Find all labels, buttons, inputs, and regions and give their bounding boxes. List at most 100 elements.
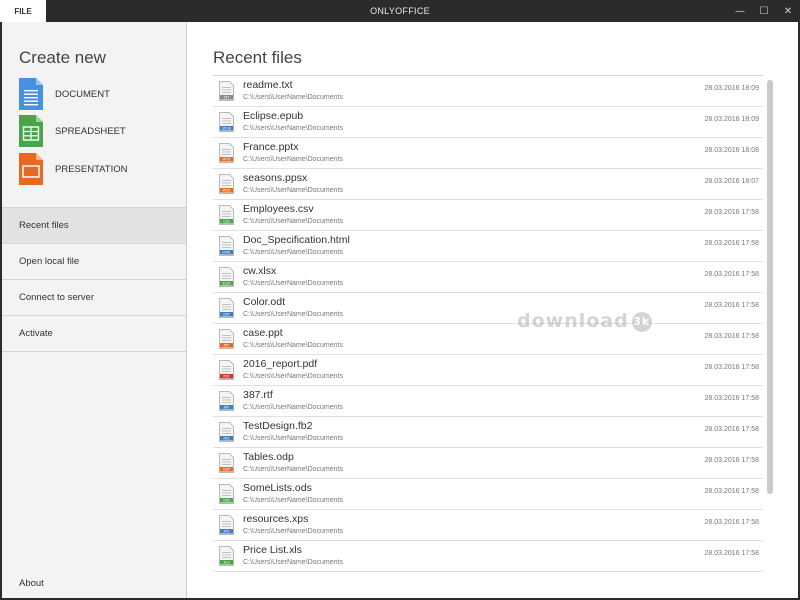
file-type-icon: PPSX xyxy=(219,174,234,194)
sidebar-item-activate[interactable]: Activate xyxy=(2,315,186,352)
file-date: 28.03.2016 18:07 xyxy=(704,178,760,185)
page-title: Recent files xyxy=(213,48,302,67)
file-name: case.ppt xyxy=(243,327,283,339)
file-name: Color.odt xyxy=(243,296,286,308)
file-path: C:\Users\UserName\Documents xyxy=(243,94,343,101)
watermark-badge: 3k xyxy=(631,311,652,332)
file-path: C:\Users\UserName\Documents xyxy=(243,342,343,349)
file-row[interactable]: FB2 TestDesign.fb2 C:\Users\UserName\Docum… xyxy=(213,417,763,448)
file-name: 387.rtf xyxy=(243,389,273,401)
file-type-icon: RTF xyxy=(219,391,234,411)
file-row[interactable]: PPTX France.pptx C:\Users\UserName\Documen… xyxy=(213,138,763,169)
watermark: download 3k xyxy=(517,310,652,332)
file-name: 2016_report.pdf xyxy=(243,358,318,370)
file-row[interactable]: EPUB Eclipse.epub C:\Users\UserName\Docume… xyxy=(213,107,763,138)
file-path: C:\Users\UserName\Documents xyxy=(243,280,343,287)
file-row[interactable]: PPSX seasons.ppsx C:\Users\UserName\Docume… xyxy=(213,169,763,200)
file-date: 28.03.2016 17:58 xyxy=(704,457,760,464)
svg-text:CSV: CSV xyxy=(223,220,230,224)
file-date: 28.03.2016 17:58 xyxy=(704,209,760,216)
file-type-icon: ODT xyxy=(219,298,234,318)
sidebar: Create new DOCUMENT SPREADSHEET PRESENTA… xyxy=(2,22,187,598)
create-document-label: DOCUMENT xyxy=(55,88,110,100)
svg-text:PDF: PDF xyxy=(223,375,229,379)
svg-text:ODT: ODT xyxy=(223,313,230,317)
svg-text:XPS: XPS xyxy=(223,530,229,534)
file-path: C:\Users\UserName\Documents xyxy=(243,156,343,163)
app-frame: Create new DOCUMENT SPREADSHEET PRESENTA… xyxy=(2,22,798,598)
file-date: 28.03.2016 17:58 xyxy=(704,488,760,495)
app-title: ONLYOFFICE xyxy=(370,6,430,16)
spreadsheet-icon xyxy=(19,115,43,147)
file-row[interactable]: RTF 387.rtf C:\Users\UserName\Documents 28.… xyxy=(213,386,763,417)
file-row[interactable]: CSV Employees.csv C:\Users\UserName\Docume… xyxy=(213,200,763,231)
file-row[interactable]: HTML Doc_Specification.html C:\Users\UserN… xyxy=(213,231,763,262)
file-type-icon: FB2 xyxy=(219,422,234,442)
file-path: C:\Users\UserName\Documents xyxy=(243,249,343,256)
sidebar-nav: Recent files Open local file Connect to … xyxy=(2,207,186,352)
file-name: resources.xps xyxy=(243,513,309,525)
sidebar-item-connect-to-server[interactable]: Connect to server xyxy=(2,279,186,315)
maximize-button[interactable]: ☐ xyxy=(752,0,776,22)
file-row[interactable]: ODT Color.odt C:\Users\UserName\Documents 2… xyxy=(213,293,763,324)
file-date: 28.03.2016 17:58 xyxy=(704,302,760,309)
scrollbar[interactable] xyxy=(767,80,773,494)
file-row[interactable]: XPS resources.xps C:\Users\UserName\Docume… xyxy=(213,510,763,541)
create-spreadsheet-label: SPREADSHEET xyxy=(55,125,126,137)
file-name: SomeLists.ods xyxy=(243,482,312,494)
file-row[interactable]: TXT readme.txt C:\Users\UserName\Documents… xyxy=(213,76,763,107)
file-name: TestDesign.fb2 xyxy=(243,420,313,432)
file-row[interactable]: ODS SomeLists.ods C:\Users\UserName\Docume… xyxy=(213,479,763,510)
file-path: C:\Users\UserName\Documents xyxy=(243,466,343,473)
watermark-text: download xyxy=(517,310,629,332)
recent-files-list: TXT readme.txt C:\Users\UserName\Documents… xyxy=(213,75,763,572)
file-path: C:\Users\UserName\Documents xyxy=(243,125,343,132)
file-type-icon: ODS xyxy=(219,484,234,504)
file-path: C:\Users\UserName\Documents xyxy=(243,497,343,504)
file-row[interactable]: PDF 2016_report.pdf C:\Users\UserName\Docu… xyxy=(213,355,763,386)
file-path: C:\Users\UserName\Documents xyxy=(243,528,343,535)
file-name: cw.xlsx xyxy=(243,265,277,277)
file-type-icon: XLS xyxy=(219,546,234,566)
sidebar-item-recent-files[interactable]: Recent files xyxy=(2,207,186,243)
file-date: 28.03.2016 17:58 xyxy=(704,364,760,371)
svg-text:PPT: PPT xyxy=(224,344,230,348)
create-document-button[interactable]: DOCUMENT xyxy=(19,77,179,111)
file-date: 28.03.2016 17:58 xyxy=(704,550,760,557)
file-row[interactable]: XLSX cw.xlsx C:\Users\UserName\Documents 28… xyxy=(213,262,763,293)
file-path: C:\Users\UserName\Documents xyxy=(243,435,343,442)
file-date: 28.03.2016 17:58 xyxy=(704,395,760,402)
file-name: seasons.ppsx xyxy=(243,172,308,184)
main-panel: Recent files TXT readme.txt C:\Users\UserN… xyxy=(187,22,798,598)
svg-text:HTML: HTML xyxy=(222,251,231,255)
file-date: 28.03.2016 17:58 xyxy=(704,333,760,340)
file-path: C:\Users\UserName\Documents xyxy=(243,373,343,380)
file-name: readme.txt xyxy=(243,79,293,91)
file-date: 28.03.2016 17:58 xyxy=(704,426,760,433)
file-name: France.pptx xyxy=(243,141,299,153)
file-type-icon: XLSX xyxy=(219,267,234,287)
presentation-icon xyxy=(19,153,43,185)
document-icon xyxy=(19,78,43,110)
create-spreadsheet-button[interactable]: SPREADSHEET xyxy=(19,114,179,148)
svg-text:EPUB: EPUB xyxy=(222,127,230,131)
file-type-icon: PPTX xyxy=(219,143,234,163)
minimize-button[interactable]: — xyxy=(728,0,752,22)
file-row[interactable]: PPT case.ppt C:\Users\UserName\Documents 28… xyxy=(213,324,763,355)
title-bar: FILE ONLYOFFICE — ☐ ✕ xyxy=(0,0,800,22)
file-path: C:\Users\UserName\Documents xyxy=(243,218,343,225)
svg-text:PPSX: PPSX xyxy=(222,189,231,193)
svg-text:ODP: ODP xyxy=(223,468,230,472)
close-button[interactable]: ✕ xyxy=(776,0,800,22)
file-row[interactable]: ODP Tables.odp C:\Users\UserName\Documents… xyxy=(213,448,763,479)
file-type-icon: PDF xyxy=(219,360,234,380)
file-name: Eclipse.epub xyxy=(243,110,304,122)
sidebar-item-open-local-file[interactable]: Open local file xyxy=(2,243,186,279)
svg-text:RTF: RTF xyxy=(224,406,230,410)
about-link[interactable]: About xyxy=(19,578,44,589)
file-row[interactable]: XLS Price List.xls C:\Users\UserName\Docum… xyxy=(213,541,763,572)
create-presentation-button[interactable]: PRESENTATION xyxy=(19,152,179,186)
file-name: Tables.odp xyxy=(243,451,294,463)
file-date: 28.03.2016 17:58 xyxy=(704,240,760,247)
file-type-icon: EPUB xyxy=(219,112,234,132)
